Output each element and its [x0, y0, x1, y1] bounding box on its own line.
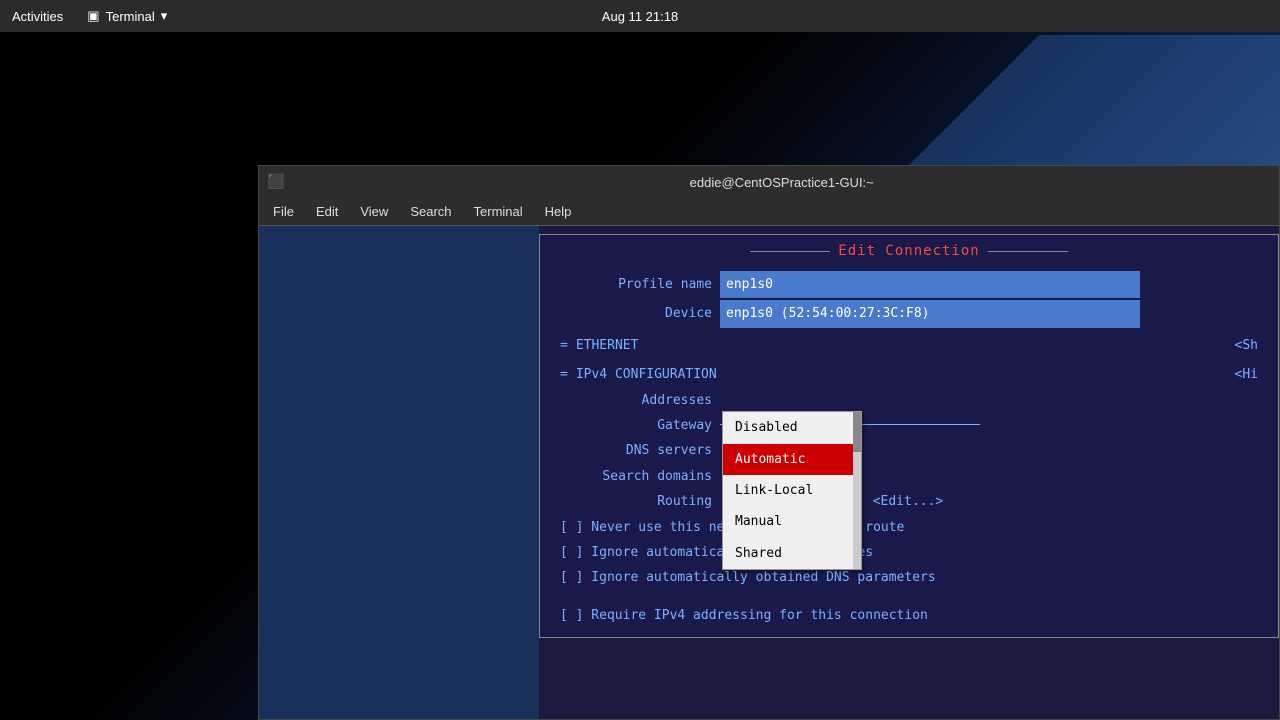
bg-decoration [880, 35, 1280, 165]
terminal-titlebar-title: eddie@CentOSPractice1-GUI:~ [292, 175, 1271, 190]
profile-name-row: Profile name enp1s0 [560, 271, 1258, 298]
activities-button[interactable]: Activities [0, 0, 75, 32]
title-line-left [750, 251, 830, 252]
menu-help[interactable]: Help [535, 198, 582, 226]
title-line-right [988, 251, 1068, 252]
dropdown-item-shared[interactable]: Shared [723, 538, 861, 569]
gateway-row: Gateway [560, 414, 1258, 437]
terminal-content: Edit Connection Profile name enp1s0 Devi… [259, 226, 1279, 719]
checkbox-4-label[interactable]: [ ] Require IPv4 addressing for this con… [560, 604, 928, 627]
ipv4-section: = IPv4 CONFIGURATION <Hi Disabled Automa… [560, 363, 1258, 488]
menu-terminal[interactable]: Terminal [464, 198, 533, 226]
dropdown-item-disabled[interactable]: Disabled [723, 412, 861, 443]
dropdown-item-manual[interactable]: Manual [723, 506, 861, 537]
datetime-display: Aug 11 21:18 [602, 9, 678, 24]
dns-row: DNS servers [560, 439, 1258, 462]
menu-file[interactable]: File [263, 198, 304, 226]
dropdown-item-linklocal[interactable]: Link-Local [723, 475, 861, 506]
profile-name-value[interactable]: enp1s0 [720, 271, 1140, 298]
dropdown-item-automatic[interactable]: Automatic [723, 444, 861, 475]
device-label: Device [560, 302, 720, 325]
addresses-label: Addresses [560, 389, 720, 412]
menu-edit[interactable]: Edit [306, 198, 348, 226]
routing-label: Routing [560, 490, 720, 513]
spacer [560, 592, 1258, 604]
terminal-menu-button[interactable]: ▣ Terminal ▾ [79, 0, 175, 32]
ipv4-header: = IPv4 CONFIGURATION <Hi [560, 363, 1258, 386]
topbar: Activities ▣ Terminal ▾ Aug 11 21:18 [0, 0, 1280, 32]
terminal-left-panel [259, 226, 539, 719]
checkbox-row-2[interactable]: [ ] Ignore automatically obtained routes [560, 541, 1258, 564]
terminal-label: Terminal [106, 9, 155, 24]
terminal-menubar: File Edit View Search Terminal Help [259, 198, 1279, 226]
menu-search[interactable]: Search [400, 198, 461, 226]
terminal-window: ⬛ eddie@CentOSPractice1-GUI:~ File Edit … [258, 165, 1280, 720]
dialog-titlebar: Edit Connection [540, 235, 1278, 263]
terminal-dropdown-icon: ▾ [161, 8, 168, 24]
search-domains-label: Search domains [560, 465, 720, 488]
ethernet-show[interactable]: <Sh [1235, 334, 1258, 357]
ipv4-show[interactable]: <Hi [1235, 363, 1258, 386]
edit-connection-dialog: Edit Connection Profile name enp1s0 Devi… [539, 234, 1279, 638]
ipv4-dropdown[interactable]: Disabled Automatic Link-Local Manual Sha… [722, 411, 862, 570]
ipv4-label: IPv4 CONFIGURATION [576, 363, 717, 386]
checkbox-row-1[interactable]: [ ] Never use this network for default r… [560, 516, 1258, 539]
terminal-titlebar: ⬛ eddie@CentOSPractice1-GUI:~ [259, 166, 1279, 198]
terminal-icon: ▣ [87, 8, 99, 24]
dropdown-scrollbar-thumb [853, 412, 861, 452]
search-domains-row: Search domains [560, 465, 1258, 488]
terminal-titlebar-icon: ⬛ [267, 174, 284, 190]
dropdown-scrollbar[interactable] [853, 412, 861, 569]
ethernet-eq: = [560, 334, 568, 357]
dialog-body: Profile name enp1s0 Device enp1s0 (52:54… [540, 263, 1278, 637]
device-row: Device enp1s0 (52:54:00:27:3C:F8) [560, 300, 1258, 327]
dialog-title: Edit Connection [838, 243, 979, 259]
ethernet-label: ETHERNET [576, 334, 639, 357]
addresses-row: Addresses [560, 389, 1258, 412]
checkbox-row-4[interactable]: [ ] Require IPv4 addressing for this con… [560, 604, 1258, 627]
device-value[interactable]: enp1s0 (52:54:00:27:3C:F8) [720, 300, 1140, 327]
checkbox-row-3[interactable]: [ ] Ignore automatically obtained DNS pa… [560, 566, 1258, 589]
ethernet-section: = ETHERNET <Sh [560, 334, 1258, 357]
menu-view[interactable]: View [350, 198, 398, 226]
profile-name-label: Profile name [560, 273, 720, 296]
dns-label: DNS servers [560, 439, 720, 462]
routing-row: Routing (No custom routes) <Edit...> [560, 490, 1258, 513]
gateway-label: Gateway [560, 414, 720, 437]
